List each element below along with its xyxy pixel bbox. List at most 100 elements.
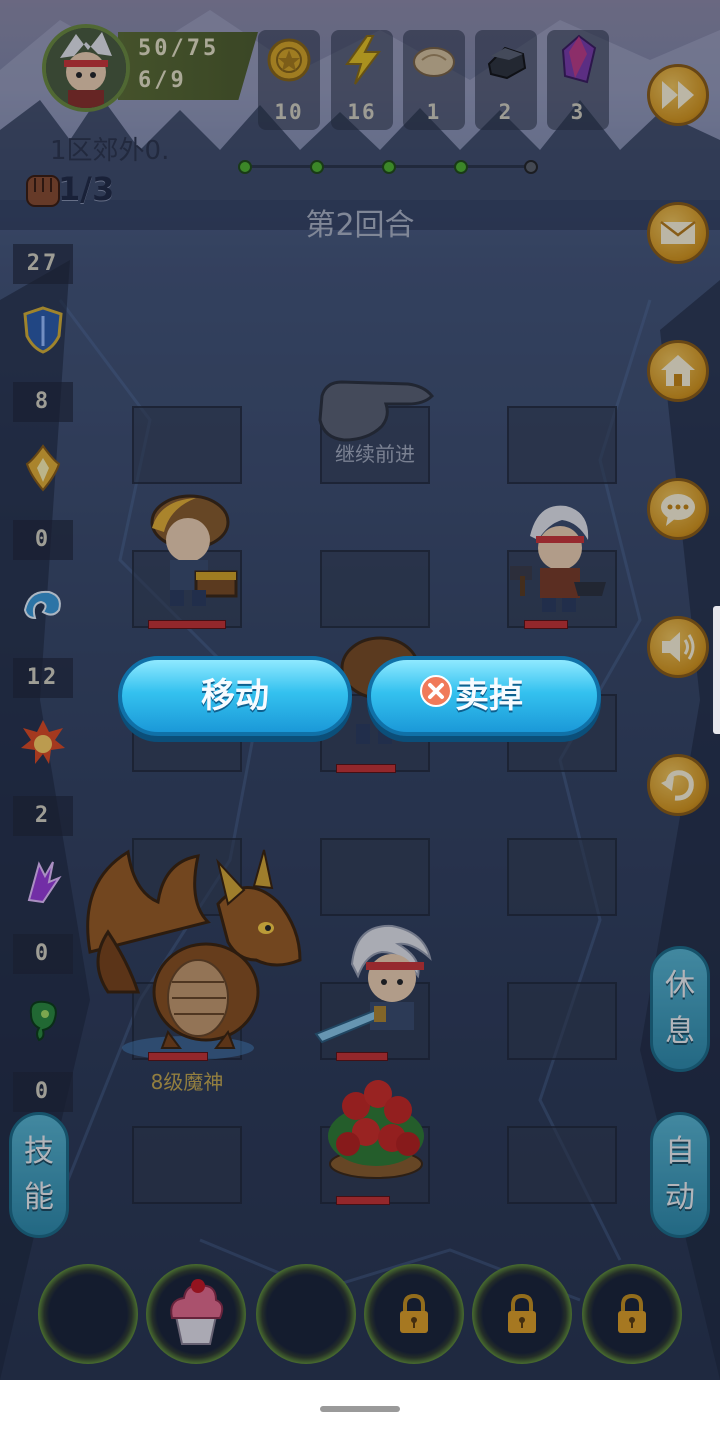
stat-value: 2 xyxy=(13,796,73,836)
fast-forward-button[interactable] xyxy=(647,64,709,126)
enemy-label: 8级魔神 xyxy=(150,1070,224,1094)
rest-button[interactable]: 休息 xyxy=(650,946,710,1072)
resource-count: 10 xyxy=(274,100,304,124)
stat-attack: 27 xyxy=(13,160,73,284)
stat-fire: 2 xyxy=(13,712,73,836)
close-circle-icon xyxy=(420,675,452,707)
unit-hp-bar xyxy=(524,620,568,629)
resource-count: 1 xyxy=(426,100,442,124)
stat-holy: 0 xyxy=(13,436,73,560)
sell-button[interactable]: 卖掉 xyxy=(367,656,601,736)
move-button[interactable]: 移动 xyxy=(118,656,352,736)
hp-value: 50/75 xyxy=(138,36,220,61)
progress-dot-done xyxy=(238,160,252,174)
item-slot-empty[interactable] xyxy=(38,1264,138,1364)
bread-icon xyxy=(413,47,455,77)
holy-flame-icon xyxy=(25,444,61,492)
progress-dot-pending xyxy=(524,160,538,174)
game-scene: 50/75 6/9 10 16 1 2 3 1区郊外0. 1/3 第2回合 27… xyxy=(0,0,720,1380)
miner-unit-icon[interactable] xyxy=(140,488,244,614)
fast-forward-icon xyxy=(662,81,694,109)
stat-value: 27 xyxy=(13,244,73,284)
stat-value: 8 xyxy=(13,382,73,422)
stat-value: 0 xyxy=(13,520,73,560)
unit-hp-bar xyxy=(336,764,396,773)
progress-dot-done xyxy=(310,160,324,174)
blacksmith-unit-icon[interactable] xyxy=(508,496,608,616)
undo-icon xyxy=(661,770,694,801)
stat-value: 0 xyxy=(13,1072,73,1112)
skill-button[interactable]: 技能 xyxy=(9,1112,69,1238)
iron-ore-icon xyxy=(487,46,527,80)
board-cell[interactable] xyxy=(132,1126,242,1204)
shield-icon xyxy=(23,306,63,354)
energy-value: 6/9 xyxy=(138,68,187,93)
cupcake-icon xyxy=(170,1279,224,1345)
item-slot-locked[interactable] xyxy=(472,1264,572,1364)
round-title: 第2回合 xyxy=(305,208,415,243)
resource-energy: 16 xyxy=(331,30,393,130)
system-nav-bar xyxy=(0,1380,720,1440)
hero-swordsman-icon[interactable] xyxy=(312,918,442,1044)
resource-iron: 2 xyxy=(475,30,537,130)
chat-icon xyxy=(661,494,695,526)
resource-gold: 10 xyxy=(258,30,320,130)
fist-icon xyxy=(26,175,60,207)
tomato-plant-icon[interactable] xyxy=(322,1066,430,1184)
lock-icon xyxy=(508,1294,536,1333)
board-cell[interactable] xyxy=(132,406,242,484)
edge-handle[interactable] xyxy=(713,606,720,734)
stat-poison: 0 xyxy=(13,988,73,1112)
stat-value: 12 xyxy=(13,658,73,698)
home-button[interactable] xyxy=(647,340,709,402)
board-cell[interactable] xyxy=(320,550,430,628)
resource-count: 3 xyxy=(570,100,586,124)
undo-button[interactable] xyxy=(647,754,709,816)
board-cell[interactable] xyxy=(507,838,617,916)
sound-button[interactable] xyxy=(647,616,709,678)
sell-button-label: 卖掉 xyxy=(455,676,523,716)
auto-button[interactable]: 自动 xyxy=(650,1112,710,1238)
board-cell[interactable] xyxy=(507,982,617,1060)
dragon-enemy-icon[interactable] xyxy=(68,842,306,1064)
progress-dot-done xyxy=(382,160,396,174)
hero-portrait-icon xyxy=(46,28,126,108)
stat-value: 0 xyxy=(13,934,73,974)
item-slot-locked[interactable] xyxy=(364,1264,464,1364)
item-slot-empty[interactable] xyxy=(256,1264,356,1364)
move-button-label: 移动 xyxy=(201,676,269,716)
stat-water: 12 xyxy=(13,574,73,698)
unit-hp-bar xyxy=(148,620,226,629)
mail-button[interactable] xyxy=(647,202,709,264)
enemy-hp-bar xyxy=(148,1052,208,1061)
resource-count: 16 xyxy=(347,100,377,124)
fire-burst-icon xyxy=(21,720,65,764)
chat-button[interactable] xyxy=(647,478,709,540)
sound-icon xyxy=(662,632,695,662)
resource-bread: 1 xyxy=(403,30,465,130)
item-slot-locked[interactable] xyxy=(582,1264,682,1364)
continue-hint-label: 继续前进 xyxy=(335,442,415,466)
home-icon xyxy=(661,355,695,386)
board-cell[interactable] xyxy=(507,406,617,484)
wave-progress xyxy=(238,160,538,174)
board-cell[interactable] xyxy=(507,1126,617,1204)
resource-crystal: 3 xyxy=(547,30,609,130)
lock-icon xyxy=(400,1294,428,1333)
water-wave-icon xyxy=(23,590,61,620)
item-slot-cupcake[interactable] xyxy=(146,1264,246,1364)
board-cell[interactable] xyxy=(320,838,430,916)
home-gesture-bar[interactable] xyxy=(320,1406,400,1412)
progress-dot-done xyxy=(454,160,468,174)
lightning-icon xyxy=(345,35,381,85)
player-avatar[interactable] xyxy=(42,24,130,112)
unit-hp-bar xyxy=(336,1196,390,1205)
stat-defense: 8 xyxy=(13,298,73,422)
mail-icon xyxy=(660,221,696,244)
lightning-crystal-icon xyxy=(27,861,62,904)
unit-hp-bar xyxy=(336,1052,388,1061)
crystal-icon xyxy=(561,34,597,84)
stat-lightning: 0 xyxy=(13,850,73,974)
gold-coin-icon xyxy=(267,38,311,82)
resource-count: 2 xyxy=(498,100,514,124)
